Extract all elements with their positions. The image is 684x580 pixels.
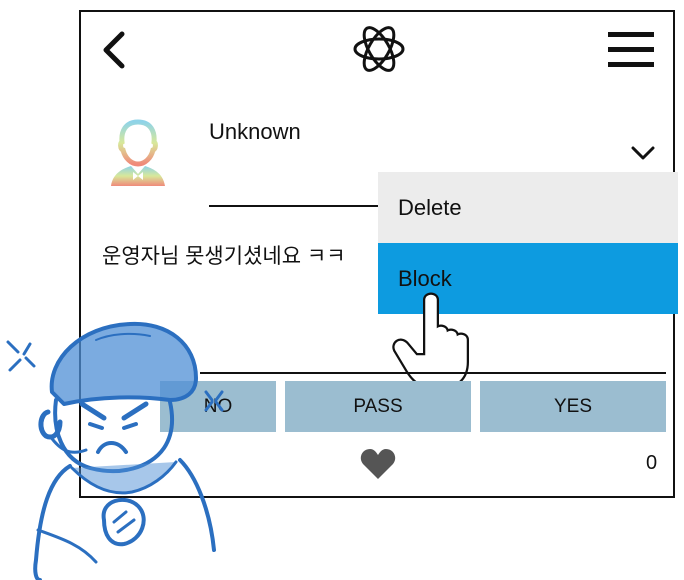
angry-character-illustration (6, 321, 224, 580)
atom-icon[interactable] (352, 22, 406, 76)
hand-pointer-icon (392, 292, 469, 389)
user-avatar-icon (111, 119, 165, 186)
back-chevron-icon[interactable] (100, 30, 128, 70)
like-count: 0 (646, 452, 658, 474)
vote-pass-button[interactable]: PASS (285, 381, 471, 432)
vote-yes-button[interactable]: YES (480, 381, 666, 432)
dropdown-item-delete[interactable]: Delete (378, 172, 678, 243)
heart-icon[interactable] (360, 448, 396, 480)
hamburger-menu-icon[interactable] (608, 32, 654, 68)
username-underline (209, 205, 379, 207)
post-message: 운영자님 못생기셨네요 ㅋㅋ (102, 245, 346, 268)
vote-separator-line (200, 372, 666, 374)
chevron-down-icon[interactable] (630, 143, 656, 163)
post-username: Unknown (209, 119, 301, 144)
